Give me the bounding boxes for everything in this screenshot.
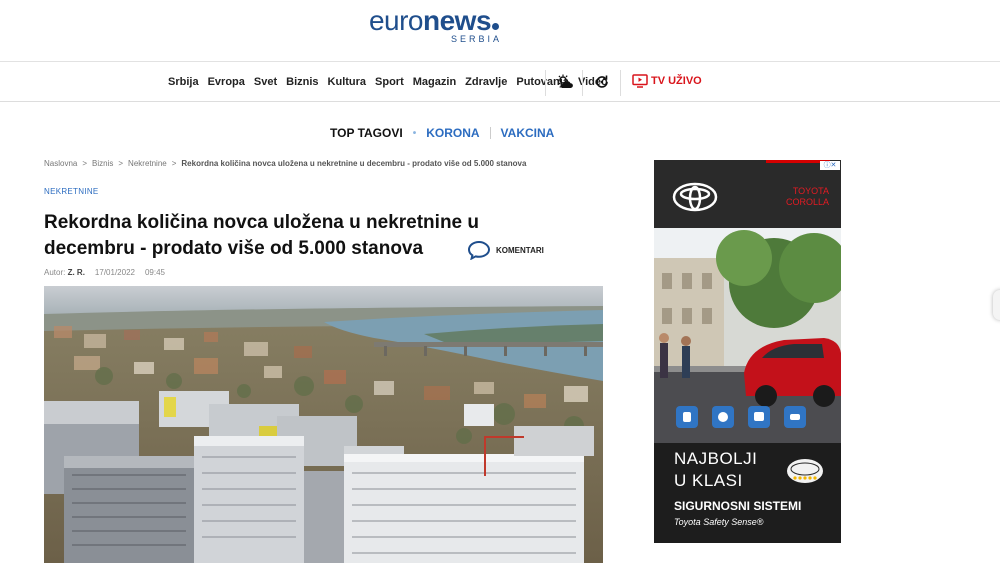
ad-headline: NAJBOLJI U KLASI bbox=[674, 448, 757, 492]
tv-play-icon bbox=[632, 74, 648, 88]
breadcrumb-nekretnine[interactable]: Nekretnine bbox=[128, 159, 167, 168]
article-time: 09:45 bbox=[144, 268, 165, 277]
nav-item-zdravlje[interactable]: Zdravlje bbox=[465, 76, 507, 88]
logo-bar: euronews SERBIA bbox=[0, 0, 1000, 62]
comments-label: KOMENTARI bbox=[496, 245, 544, 255]
logo-text-bold: news bbox=[423, 5, 492, 36]
breadcrumb-biznis[interactable]: Biznis bbox=[92, 159, 113, 168]
nav-item-sport[interactable]: Sport bbox=[375, 76, 404, 88]
breadcrumb-separator: > bbox=[82, 159, 88, 168]
breadcrumb-separator: > bbox=[118, 159, 124, 168]
tv-live-label: TV UŽIVO bbox=[651, 75, 702, 87]
ad-headline-line-1: NAJBOLJI bbox=[674, 449, 758, 468]
nav-item-svet[interactable]: Svet bbox=[254, 76, 277, 88]
nav-item-magazin[interactable]: Magazin bbox=[413, 76, 456, 88]
euro-ncap-badge-icon bbox=[787, 459, 823, 483]
nav-item-evropa[interactable]: Evropa bbox=[208, 76, 245, 88]
breadcrumb-separator: > bbox=[171, 159, 177, 168]
ad-brand-text: TOYOTA COROLLA bbox=[786, 186, 829, 208]
top-tags-title: TOP TAGOVI bbox=[330, 126, 403, 140]
ad-close-button[interactable]: ⓘ✕ bbox=[820, 161, 840, 170]
nav-item-srbija[interactable]: Srbija bbox=[168, 76, 199, 88]
ad-brand-line-1: TOYOTA bbox=[792, 186, 829, 196]
breadcrumb-home[interactable]: Naslovna bbox=[44, 159, 77, 168]
toyota-logo-icon bbox=[672, 182, 718, 212]
tag-divider bbox=[489, 127, 491, 139]
nav-item-biznis[interactable]: Biznis bbox=[286, 76, 318, 88]
nav-divider bbox=[582, 70, 583, 96]
tag-vakcina[interactable]: VAKCINA bbox=[501, 126, 555, 140]
logo-text-light: euro bbox=[368, 5, 424, 36]
author-name[interactable]: Z. R. bbox=[68, 268, 85, 277]
author-line: Autor: Z. R. bbox=[44, 268, 85, 277]
page-edge-handle[interactable] bbox=[993, 290, 1000, 320]
breadcrumb-current: Rekordna količina novca uložena u nekret… bbox=[181, 159, 527, 168]
ad-headline-line-2: U KLASI bbox=[674, 471, 743, 490]
article-date: 17/01/2022 bbox=[94, 268, 135, 277]
comments-button[interactable]: KOMENTARI bbox=[467, 240, 544, 260]
site-logo[interactable]: euronews SERBIA bbox=[354, 6, 514, 46]
tag-dot: • bbox=[412, 127, 417, 139]
main-nav: Srbija Evropa Svet Biznis Kultura Sport … bbox=[0, 62, 1000, 102]
ad-feature-text: SIGURNOSNI SISTEMI bbox=[674, 499, 802, 513]
headline-line-1: Rekordna količina novca uložena u nekret… bbox=[44, 212, 479, 233]
ad-brand-line-2: COROLLA bbox=[785, 197, 829, 207]
top-tags: TOP TAGOVI • KORONA VAKCINA bbox=[330, 126, 554, 140]
breadcrumb: Naslovna > Biznis > Nekretnine > Rekordn… bbox=[44, 159, 526, 168]
refresh-icon[interactable] bbox=[594, 74, 610, 90]
nav-divider bbox=[620, 70, 621, 96]
toyota-ad[interactable]: ⓘ✕ TOYOTA COROLLA NAJBOLJI U KLASI SIGUR… bbox=[654, 160, 841, 543]
weather-icon[interactable] bbox=[557, 74, 573, 90]
nav-divider bbox=[545, 70, 546, 96]
article-meta: Autor: Z. R. 17/01/2022 09:45 bbox=[44, 268, 165, 277]
nav-item-kultura[interactable]: Kultura bbox=[328, 76, 367, 88]
comment-bubble-icon bbox=[467, 240, 491, 260]
article-category[interactable]: NEKRETNINE bbox=[44, 187, 99, 196]
author-label: Autor: bbox=[44, 268, 66, 277]
ad-scene-image bbox=[654, 228, 841, 443]
ad-tss-text: Toyota Safety Sense® bbox=[674, 517, 764, 527]
tv-live-link[interactable]: TV UŽIVO bbox=[632, 74, 702, 88]
nav-menu: Srbija Evropa Svet Biznis Kultura Sport … bbox=[168, 76, 608, 88]
tag-korona[interactable]: KORONA bbox=[426, 126, 479, 140]
article-photo bbox=[44, 286, 603, 563]
logo-subtitle: SERBIA bbox=[450, 34, 502, 44]
